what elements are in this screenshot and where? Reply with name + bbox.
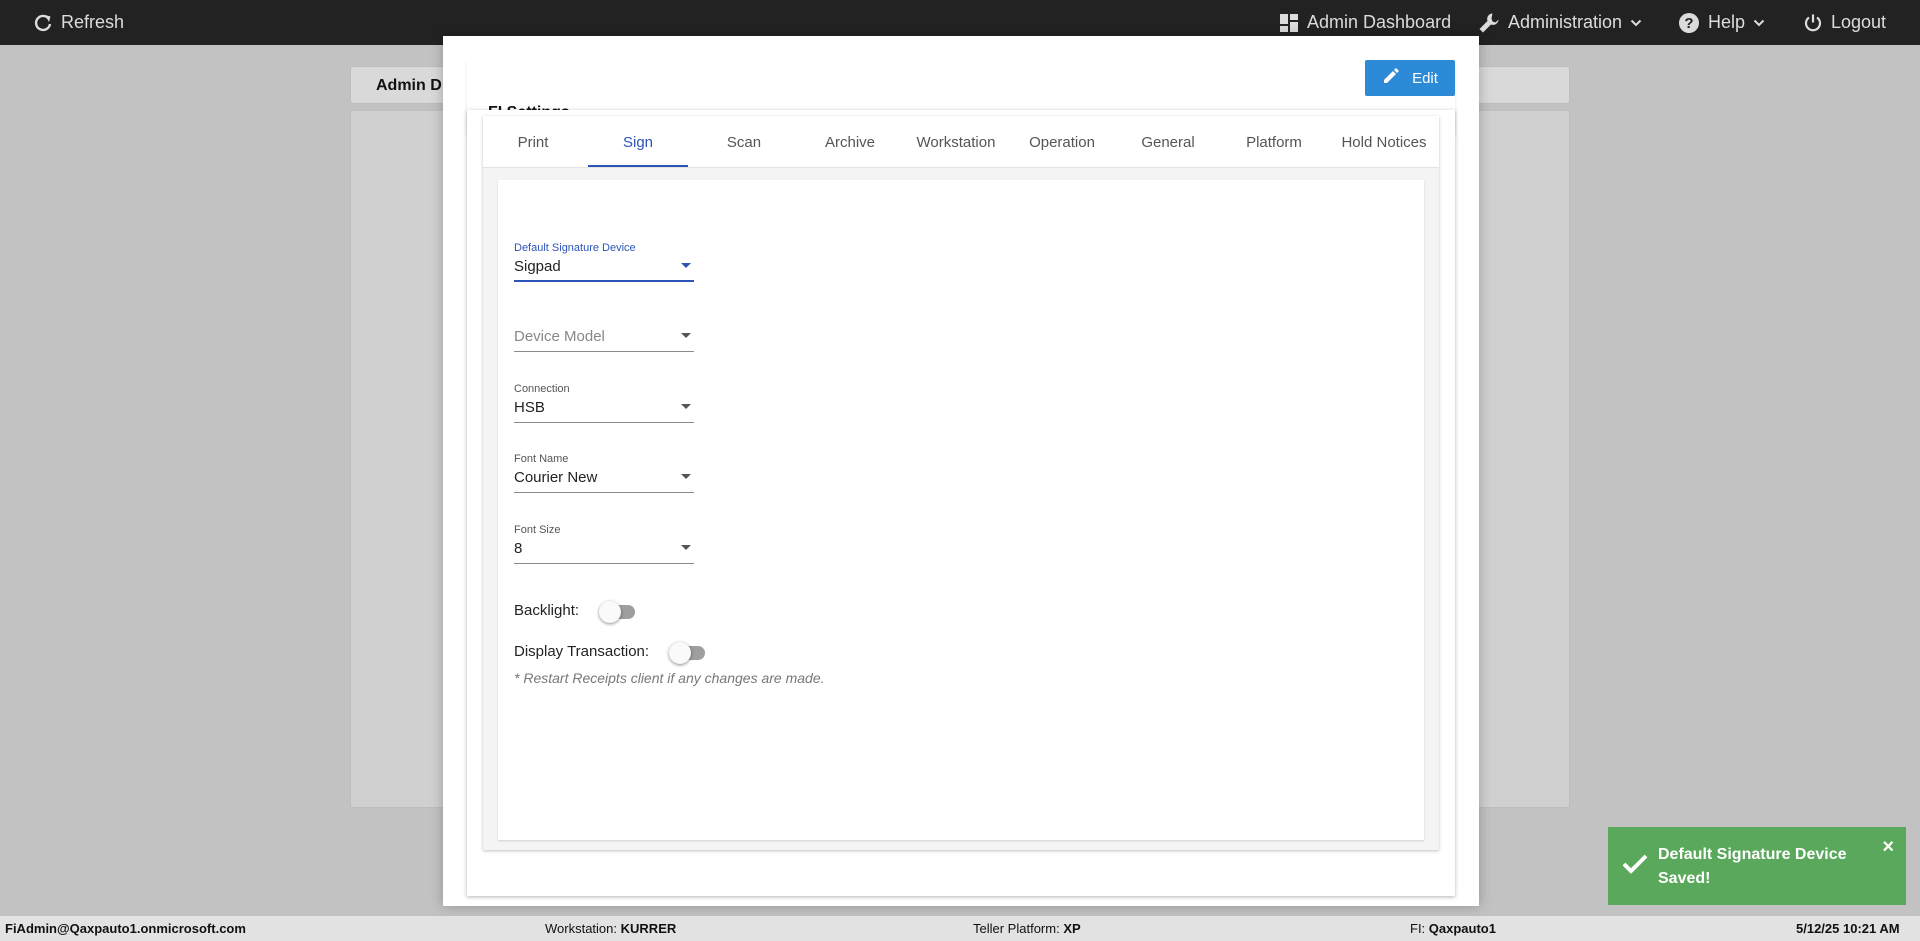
status-user: FiAdmin@Qaxpauto1.onmicrosoft.com [5,921,246,936]
device-model-select[interactable]: Device Model [514,312,694,352]
tab-archive[interactable]: Archive [800,116,900,168]
tab-print[interactable]: Print [483,116,583,168]
svg-text:?: ? [1684,15,1693,32]
field-placeholder: Device Model [514,328,605,345]
tab-hold-notices[interactable]: Hold Notices [1330,116,1438,168]
settings-tabs: Print Sign Scan Archive Workstation Oper… [483,116,1439,168]
field-value: 8 [514,540,523,557]
active-tab-indicator [588,165,688,167]
toggle-knob [669,642,692,664]
dropdown-arrow-icon [681,404,691,409]
status-bar: FiAdmin@Qaxpauto1.onmicrosoft.com Workst… [0,916,1920,941]
logout-button[interactable]: Logout [1803,0,1886,45]
administration-label: Administration [1508,12,1623,32]
fi-settings-modal: FI Settings Edit Print Sign Scan Archive… [443,36,1479,906]
backlight-toggle[interactable] [599,599,636,623]
status-datetime: 5/12/25 10:21 AM [1796,921,1900,936]
status-fi: FI: Qaxpauto1 [1410,921,1496,936]
tab-workstation[interactable]: Workstation [906,116,1006,168]
tab-scan[interactable]: Scan [694,116,794,168]
help-menu[interactable]: ? Help [1678,0,1765,45]
toggle-knob [599,601,622,623]
field-label: Default Signature Device [514,242,636,254]
tab-operation[interactable]: Operation [1012,116,1112,168]
default-signature-device-select[interactable]: Default Signature Device Sigpad [514,242,694,282]
tab-sign[interactable]: Sign [588,116,688,168]
refresh-button[interactable]: Refresh [33,0,124,45]
field-value: Sigpad [514,258,561,275]
display-transaction-row: Display Transaction: [514,640,706,664]
checkmark-icon [1622,853,1648,880]
chevron-down-icon [1753,17,1765,29]
teller-platform-label: Teller Platform: [973,921,1060,936]
dropdown-arrow-icon [681,545,691,550]
refresh-icon [33,13,53,33]
workstation-value: KURRER [620,921,677,936]
toast-message: Default Signature Device Saved! [1658,846,1847,887]
field-value: HSB [514,399,545,416]
status-workstation: Workstation: KURRER [545,921,676,936]
restart-note: * Restart Receipts client if any changes… [514,670,825,686]
display-transaction-toggle[interactable] [669,640,706,664]
close-icon[interactable]: × [1882,837,1894,857]
dropdown-arrow-icon [681,333,691,338]
font-name-select[interactable]: Font Name Courier New [514,453,694,493]
refresh-label: Refresh [61,12,125,32]
pencil-icon [1382,67,1400,89]
workstation-label: Workstation: [545,921,618,936]
field-label: Connection [514,383,570,395]
fi-label: FI: [1410,921,1426,936]
help-label: Help [1708,12,1746,32]
admin-dashboard-label: Admin Dashboard [1307,12,1452,32]
edit-button[interactable]: Edit [1365,60,1455,96]
backlight-row: Backlight: [514,599,636,623]
dropdown-arrow-icon [681,263,691,268]
display-transaction-label: Display Transaction: [514,642,650,660]
sign-settings-panel: Default Signature Device Sigpad Device M… [498,180,1424,840]
administration-menu[interactable]: Administration [1478,0,1642,45]
fi-value: Qaxpauto1 [1428,921,1496,936]
wrench-icon [1478,12,1500,34]
logout-label: Logout [1831,12,1887,32]
tab-platform[interactable]: Platform [1224,116,1324,168]
chevron-down-icon [1630,17,1642,29]
edit-label: Edit [1412,69,1438,87]
tab-general[interactable]: General [1118,116,1218,168]
connection-select[interactable]: Connection HSB [514,383,694,423]
dashboard-icon [1279,13,1299,33]
power-icon [1803,13,1823,33]
font-size-select[interactable]: Font Size 8 [514,524,694,564]
dropdown-arrow-icon [681,474,691,479]
backlight-label: Backlight: [514,601,580,619]
field-label: Font Size [514,524,561,536]
status-teller-platform: Teller Platform: XP [973,921,1081,936]
help-icon: ? [1678,12,1700,34]
field-value: Courier New [514,469,598,486]
teller-platform-value: XP [1063,921,1081,936]
field-label: Font Name [514,453,569,465]
background-header-title: Admin D [376,77,442,94]
success-toast: Default Signature Device Saved! × [1608,827,1906,905]
